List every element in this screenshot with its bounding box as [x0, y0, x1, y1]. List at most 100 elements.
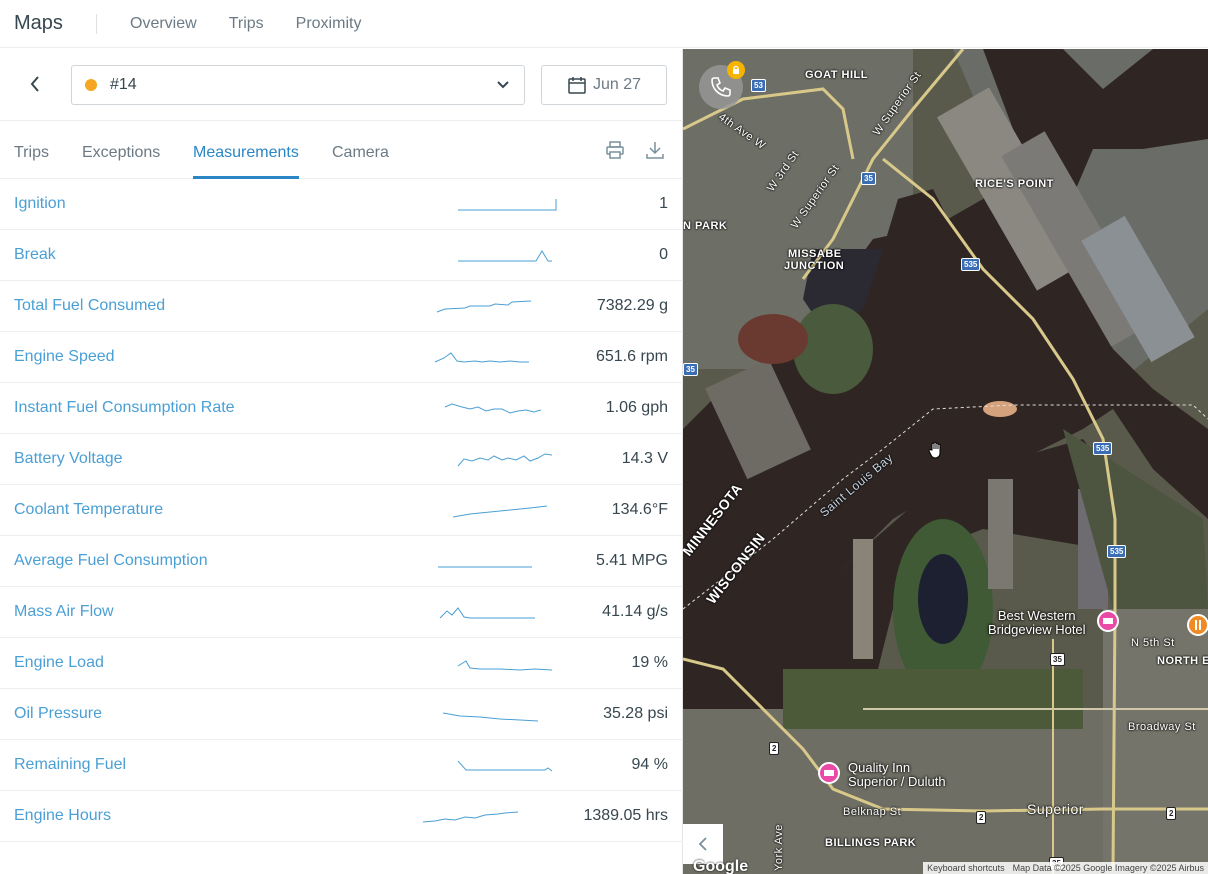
- measurement-row[interactable]: Total Fuel Consumed 7382.29 g: [0, 281, 683, 332]
- sparkline: [452, 505, 548, 518]
- measurement-value: 41.14 g/s: [602, 603, 668, 620]
- highway-shield: 535: [1093, 442, 1113, 455]
- measurement-name: Break: [14, 246, 56, 263]
- tab-measurements[interactable]: Measurements: [193, 122, 299, 179]
- highway-shield: 35: [861, 172, 876, 185]
- nav-proximity[interactable]: Proximity: [296, 15, 362, 33]
- map-label-missabe: MISSABE: [788, 248, 842, 260]
- sparkline: [457, 453, 553, 467]
- measurement-name: Engine Speed: [14, 348, 115, 365]
- phone-icon: [711, 77, 731, 97]
- measurement-value: 134.6°F: [611, 501, 668, 518]
- measurement-row[interactable]: Coolant Temperature 134.6°F: [0, 485, 683, 536]
- measurement-row[interactable]: Remaining Fuel 94 %: [0, 740, 683, 791]
- hotel-pin-icon[interactable]: [818, 762, 840, 784]
- highway-shield: 535: [961, 258, 981, 271]
- map-label-junction: JUNCTION: [784, 260, 845, 272]
- measurement-row[interactable]: Oil Pressure 35.28 psi: [0, 689, 683, 740]
- date-label: Jun 27: [592, 76, 642, 93]
- tab-camera[interactable]: Camera: [332, 122, 389, 179]
- measurement-name: Coolant Temperature: [14, 501, 164, 518]
- measurement-value: 35.28 psi: [603, 705, 668, 722]
- map-label-superior: Superior: [1027, 801, 1084, 817]
- map-attribution: Keyboard shortcuts Map Data ©2025 Google…: [923, 862, 1208, 874]
- map-label-park: N PARK: [683, 220, 728, 232]
- measurement-row[interactable]: Instant Fuel Consumption Rate 1.06 gph: [0, 383, 683, 434]
- calendar-icon: [568, 77, 586, 94]
- sparkline: [444, 403, 542, 414]
- map-data-text: Map Data ©2025 Google Imagery ©2025 Airb…: [1012, 863, 1204, 873]
- measurement-row[interactable]: Average Fuel Consumption 5.41 MPG: [0, 536, 683, 587]
- vehicle-select[interactable]: #14: [71, 65, 525, 105]
- sparkline: [458, 250, 552, 262]
- google-logo: Google: [693, 858, 749, 874]
- poi-label: Best Western Bridgeview Hotel: [988, 608, 1086, 637]
- poi-best-western[interactable]: Best Western Bridgeview Hotel: [988, 609, 1086, 637]
- measurement-name: Oil Pressure: [14, 705, 103, 722]
- sparkline: [422, 811, 519, 823]
- measurement-row[interactable]: Engine Speed 651.6 rpm: [0, 332, 683, 383]
- measurement-name: Mass Air Flow: [14, 603, 114, 620]
- lock-icon: [727, 61, 745, 79]
- measurement-row[interactable]: Break 0: [0, 230, 683, 281]
- measurement-value: 651.6 rpm: [595, 348, 668, 365]
- measurement-name: Total Fuel Consumed: [14, 297, 166, 314]
- measurement-row[interactable]: Battery Voltage 14.3 V: [0, 434, 683, 485]
- sparkline: [457, 760, 553, 772]
- sparkline: [442, 712, 539, 722]
- highway-shield: 2: [769, 742, 780, 755]
- date-picker-button[interactable]: Jun 27: [541, 65, 667, 105]
- print-icon[interactable]: [604, 139, 626, 161]
- hand-cursor-icon: [928, 441, 941, 459]
- tabs-row: Trips Exceptions Measurements Camera: [0, 122, 683, 179]
- measurement-name: Remaining Fuel: [14, 756, 127, 773]
- sparkline: [457, 660, 553, 671]
- highway-shield: 35: [1050, 653, 1065, 666]
- poi-quality-inn[interactable]: Quality Inn Superior / Duluth: [848, 761, 946, 789]
- measurement-value: 1.06 gph: [605, 399, 668, 416]
- measurement-row[interactable]: Ignition 1: [0, 179, 683, 230]
- map-label-rices-point: RICE'S POINT: [975, 178, 1054, 190]
- measurement-value: 1: [659, 195, 668, 212]
- measurement-name: Battery Voltage: [14, 450, 123, 467]
- app-title: Maps: [14, 12, 63, 34]
- sparkline: [436, 300, 532, 313]
- divider: [96, 13, 97, 34]
- map-label-goat-hill: GOAT HILL: [805, 69, 868, 81]
- map-label-n5th: N 5th St: [1131, 637, 1175, 649]
- highway-shield: 2: [976, 811, 987, 824]
- tab-trips[interactable]: Trips: [14, 122, 49, 179]
- tab-exceptions[interactable]: Exceptions: [82, 122, 160, 179]
- sparkline: [439, 607, 535, 619]
- map-label-north-end: NORTH E: [1157, 655, 1208, 667]
- vehicle-label: #14: [110, 76, 137, 93]
- controls-row: #14 Jun 27: [0, 49, 683, 121]
- measurement-name: Instant Fuel Consumption Rate: [14, 399, 235, 416]
- keyboard-shortcuts-link[interactable]: Keyboard shortcuts: [927, 863, 1005, 873]
- measurement-name: Engine Hours: [14, 807, 111, 824]
- satellite-imagery: [683, 49, 1208, 874]
- measurement-name: Engine Load: [14, 654, 104, 671]
- chevron-left-icon: [698, 837, 707, 851]
- measurement-value: 1389.05 hrs: [583, 807, 668, 824]
- measurement-value: 19 %: [631, 654, 668, 671]
- measurement-row[interactable]: Engine Load 19 %: [0, 638, 683, 689]
- download-icon[interactable]: [644, 139, 666, 161]
- measurement-row[interactable]: Mass Air Flow 41.14 g/s: [0, 587, 683, 638]
- highway-shield: 2: [1166, 807, 1177, 820]
- measurement-value: 94 %: [631, 756, 668, 773]
- sparkline: [458, 199, 557, 211]
- hotel-pin-icon[interactable]: [1097, 610, 1119, 632]
- nav-overview[interactable]: Overview: [130, 15, 197, 33]
- restaurant-pin-icon[interactable]: [1187, 614, 1208, 636]
- measurement-name: Average Fuel Consumption: [14, 552, 208, 569]
- chevron-down-icon: [496, 80, 510, 90]
- nav-trips[interactable]: Trips: [229, 15, 264, 33]
- back-button[interactable]: [22, 71, 48, 97]
- map-view[interactable]: GOAT HILL RICE'S POINT N PARK MISSABE JU…: [683, 49, 1208, 874]
- measurement-value: 7382.29 g: [596, 297, 668, 314]
- measurement-row[interactable]: Engine Hours 1389.05 hrs: [0, 791, 683, 842]
- measurement-value: 14.3 V: [621, 450, 668, 467]
- map-label-billings-park: BILLINGS PARK: [825, 837, 917, 849]
- chevron-left-icon: [30, 76, 39, 92]
